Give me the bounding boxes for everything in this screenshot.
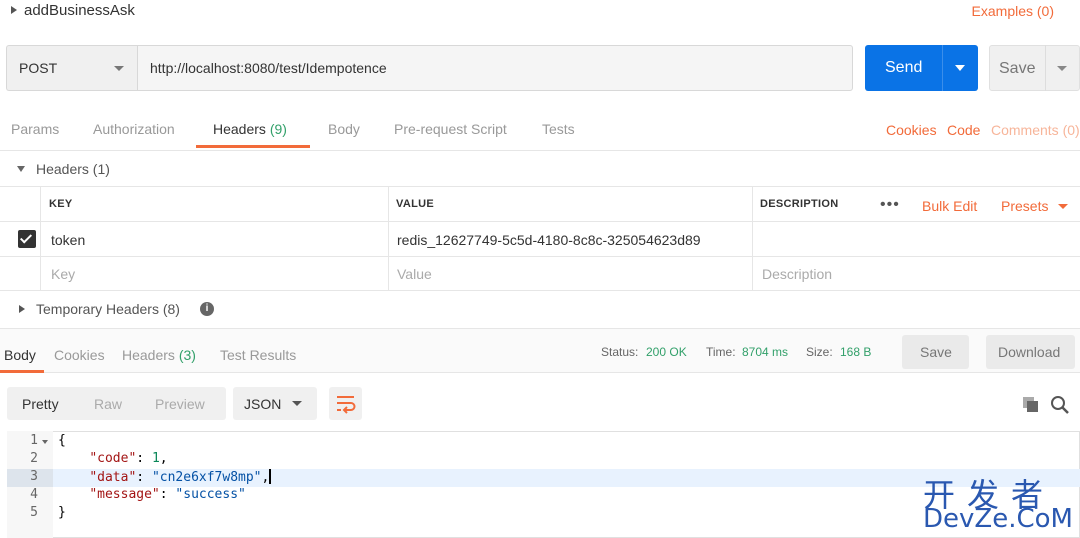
code-line: "message": "success" [89,487,246,502]
header-key-cell[interactable]: token [51,232,85,248]
tabs-divider [0,150,1080,151]
format-raw-button[interactable]: Raw [94,396,122,412]
format-preview-button[interactable]: Preview [155,396,205,412]
headers-section-title[interactable]: Headers (1) [36,161,110,177]
tab-params[interactable]: Params [11,121,59,137]
bulk-edit-link[interactable]: Bulk Edit [922,198,977,214]
time-label: Time: [706,345,736,359]
line-number: 2 [30,451,38,466]
code-line: "code": 1, [89,451,168,466]
size-value[interactable]: 168 B [840,345,871,359]
json-key: "data" [89,470,137,485]
expand-caret-icon[interactable] [19,305,25,313]
table-top-border [0,186,1080,187]
tab-tests[interactable]: Tests [542,121,575,137]
search-icon[interactable] [1050,395,1070,415]
code-link[interactable]: Code [947,122,980,138]
format-pretty-button[interactable]: Pretty [22,396,59,412]
response-tab-headers[interactable]: Headers (3) [122,347,196,363]
response-active-tab-indicator [0,370,44,373]
copy-icon[interactable] [1022,396,1039,413]
send-options-chevron-icon[interactable] [955,65,965,71]
info-icon[interactable]: i [200,302,214,316]
fold-caret-icon[interactable] [42,440,48,444]
time-value[interactable]: 8704 ms [742,345,788,359]
url-text: http://localhost:8080/test/Idempotence [150,60,387,76]
json-key: "code" [89,451,137,466]
table-header-border [0,221,1080,222]
presets-chevron-icon [1058,204,1068,209]
watermark-domain: DevZe.CoM [923,504,1073,534]
line-number: 3 [30,469,38,484]
send-label: Send [885,59,923,76]
tab-headers[interactable]: Headers (9) [213,121,287,137]
response-tab-test-results[interactable]: Test Results [220,347,296,363]
json-value: "cn2e6xf7w8mp" [151,470,262,485]
column-header-key: KEY [49,198,73,210]
line-number: 4 [30,487,38,502]
section-collapse-icon[interactable] [17,166,25,172]
tab-body[interactable]: Body [328,121,360,137]
method-label: POST [19,60,58,76]
new-key-input[interactable]: Key [51,266,75,282]
cookies-link[interactable]: Cookies [886,122,937,138]
json-trailing: , [159,451,168,466]
response-tab-cookies[interactable]: Cookies [54,347,105,363]
wrap-lines-button[interactable] [329,387,362,420]
presets-dropdown[interactable]: Presets [1001,198,1048,214]
save-response-label: Save [920,344,952,360]
wrap-lines-icon [337,396,356,414]
save-options-chevron-icon[interactable] [1057,66,1067,71]
response-tab-body[interactable]: Body [4,347,36,363]
more-options-icon[interactable]: ••• [880,196,900,214]
examples-link[interactable]: Examples (0) [972,3,1054,19]
text-cursor [269,469,272,484]
new-description-input[interactable]: Description [762,266,832,282]
new-value-input[interactable]: Value [397,266,432,282]
header-value-cell[interactable]: redis_12627749-5c5d-4180-8c8c-325054623d… [397,232,701,248]
response-tab-headers-label: Headers [122,347,175,363]
code-line: } [58,505,66,520]
tab-headers-count: (9) [269,121,287,137]
column-divider [752,186,753,290]
tab-authorization[interactable]: Authorization [93,121,175,137]
response-tab-headers-count: (3) [178,347,196,363]
save-request-label: Save [999,60,1036,77]
size-label: Size: [806,345,833,359]
chevron-down-icon [114,66,124,71]
code-line: "data": "cn2e6xf7w8mp", [89,469,272,485]
status-value[interactable]: 200 OK [646,345,687,359]
tab-headers-label: Headers [213,121,266,137]
download-label: Download [998,344,1061,360]
save-divider [1045,45,1046,91]
comments-link[interactable]: Comments (0) [991,122,1080,138]
language-label: JSON [244,396,282,412]
request-name[interactable]: addBusinessAsk [24,2,135,19]
column-header-value: VALUE [396,198,434,210]
chevron-down-icon [292,401,302,406]
column-header-description: DESCRIPTION [760,198,839,210]
table-bottom-border [0,290,1080,291]
line-number: 5 [30,505,38,520]
table-row-border [0,256,1080,257]
code-line: { [58,433,66,448]
send-divider [942,45,943,91]
collapse-caret-icon[interactable] [11,6,17,14]
json-value: "success" [175,487,246,502]
json-value: 1 [151,451,160,466]
active-tab-indicator [196,145,310,148]
line-number: 1 [30,433,38,448]
status-label: Status: [601,345,639,359]
column-divider [40,186,41,290]
json-key: "message" [89,487,160,502]
column-divider [388,186,389,290]
tab-prerequest-script[interactable]: Pre-request Script [394,121,507,137]
temporary-headers-title[interactable]: Temporary Headers (8) [36,301,180,317]
json-trailing: , [261,470,270,485]
